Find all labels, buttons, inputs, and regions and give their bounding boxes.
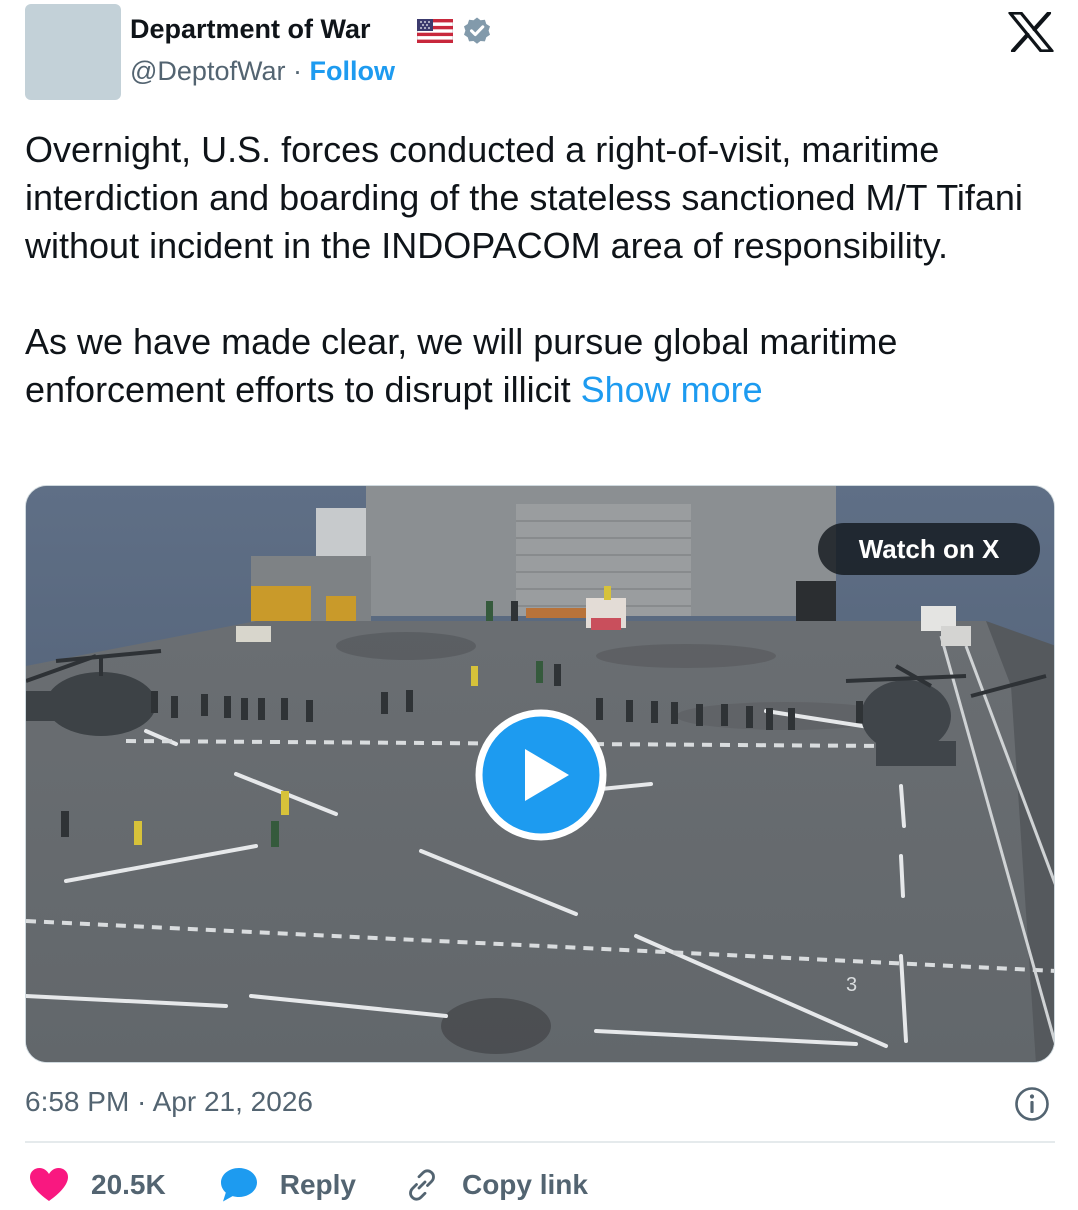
action-bar: 20.5K Reply Copy link xyxy=(25,1160,588,1210)
like-button[interactable]: 20.5K xyxy=(25,1167,220,1203)
reply-button[interactable]: Reply xyxy=(220,1167,404,1203)
heart-icon xyxy=(30,1168,68,1201)
author-handle[interactable]: @DeptofWar xyxy=(130,56,285,86)
info-icon[interactable] xyxy=(1014,1086,1050,1122)
video-player[interactable]: 3 Watch on X xyxy=(25,485,1055,1063)
watch-on-x-button[interactable]: Watch on X xyxy=(818,523,1040,575)
copy-link-label: Copy link xyxy=(461,1169,588,1200)
tweet-timestamp[interactable]: 6:58 PM · Apr 21, 2026 xyxy=(25,1086,313,1118)
reply-label: Reply xyxy=(279,1169,356,1200)
show-more-link[interactable]: Show more xyxy=(581,369,763,410)
tweet-paragraph-2: As we have made clear, we will pursue gl… xyxy=(25,318,1055,414)
divider xyxy=(25,1141,1055,1143)
copy-link-button[interactable]: Copy link xyxy=(404,1167,588,1203)
tweet-text: Overnight, U.S. forces conducted a right… xyxy=(25,126,1055,414)
deck-number: 3 xyxy=(846,974,857,996)
tweet-paragraph-1: Overnight, U.S. forces conducted a right… xyxy=(25,129,1023,266)
handle-row: @DeptofWar · Follow xyxy=(130,56,395,87)
link-icon xyxy=(409,1169,435,1201)
avatar[interactable] xyxy=(25,4,121,100)
author-name[interactable]: Department of War xyxy=(130,14,371,45)
reply-bubble-icon xyxy=(220,1168,257,1202)
tweet-paragraph-2-text: As we have made clear, we will pursue gl… xyxy=(25,321,898,410)
play-icon[interactable] xyxy=(475,709,607,841)
handle-separator: · xyxy=(292,56,302,86)
verified-badge-icon xyxy=(464,17,490,44)
like-count: 20.5K xyxy=(91,1169,166,1200)
us-flag-icon xyxy=(417,19,453,43)
x-logo-icon[interactable] xyxy=(1008,12,1054,52)
follow-button[interactable]: Follow xyxy=(309,56,394,86)
